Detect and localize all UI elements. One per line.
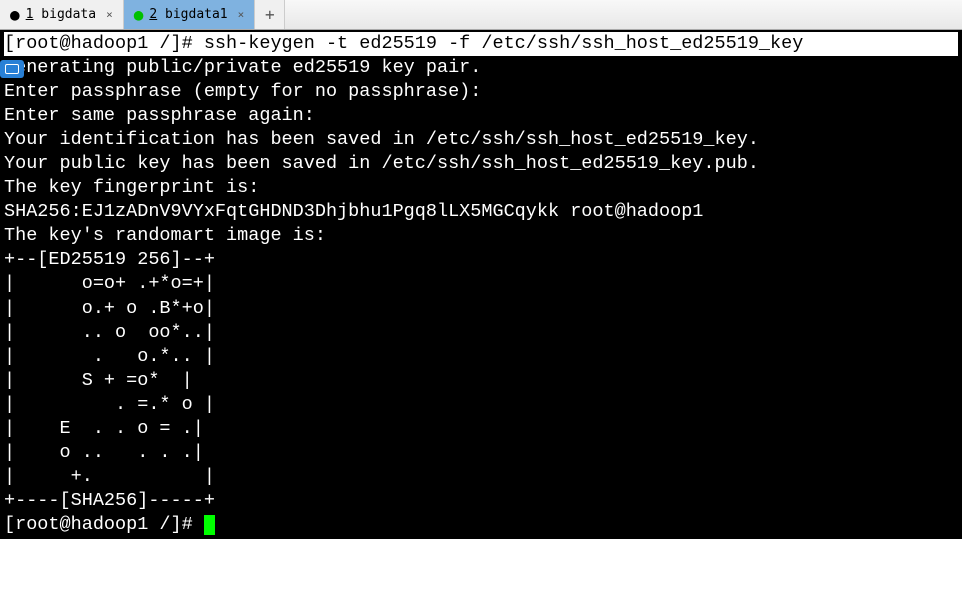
app-badge-icon — [0, 60, 24, 78]
terminal-line: The key fingerprint is: — [4, 177, 259, 198]
tab-label: 1 bigdata — [26, 7, 96, 22]
terminal-line: | +. | — [4, 466, 215, 487]
cursor-icon — [204, 515, 215, 535]
terminal-line: SHA256:EJ1zADnV9VYxFqtGHDND3Dhjbhu1Pgq8l… — [4, 201, 703, 222]
status-dot-icon: ● — [134, 7, 144, 23]
terminal-line: | . =.* o | — [4, 394, 215, 415]
terminal-line: | E . . o = .| — [4, 418, 204, 439]
terminal-output[interactable]: [root@hadoop1 /]# ssh-keygen -t ed25519 … — [0, 30, 962, 539]
close-icon[interactable]: × — [238, 8, 245, 21]
terminal-line: Enter same passphrase again: — [4, 105, 315, 126]
close-icon[interactable]: × — [106, 8, 113, 21]
terminal-line: Your identification has been saved in /e… — [4, 129, 759, 150]
terminal-line: | o=o+ .+*o=+| — [4, 273, 215, 294]
tab-bigdata[interactable]: ● 1 bigdata × — [0, 0, 124, 29]
new-tab-button[interactable]: + — [255, 0, 285, 29]
plus-icon: + — [265, 5, 275, 24]
terminal-line: The key's randomart image is: — [4, 225, 326, 246]
tab-label: 2 bigdata1 — [149, 7, 227, 22]
terminal-prompt: [root@hadoop1 /]# — [4, 514, 204, 535]
terminal-line: | . o.*.. | — [4, 346, 215, 367]
tab-bar: ● 1 bigdata × ● 2 bigdata1 × + — [0, 0, 962, 30]
command-line-highlighted: [root@hadoop1 /]# ssh-keygen -t ed25519 … — [4, 32, 958, 56]
terminal-line: +----[SHA256]-----+ — [4, 490, 215, 511]
tab-bigdata1[interactable]: ● 2 bigdata1 × — [124, 0, 256, 29]
terminal-line: +--[ED25519 256]--+ — [4, 249, 215, 270]
terminal-line: | o.+ o .B*+o| — [4, 298, 215, 319]
terminal-line: | S + =o* | — [4, 370, 193, 391]
terminal-line: Generating public/private ed25519 key pa… — [4, 57, 481, 78]
terminal-line: | .. o oo*..| — [4, 322, 215, 343]
terminal-line: Your public key has been saved in /etc/s… — [4, 153, 759, 174]
status-dot-icon: ● — [10, 7, 20, 23]
terminal-line: | o .. . . .| — [4, 442, 204, 463]
terminal-line: Enter passphrase (empty for no passphras… — [4, 81, 481, 102]
